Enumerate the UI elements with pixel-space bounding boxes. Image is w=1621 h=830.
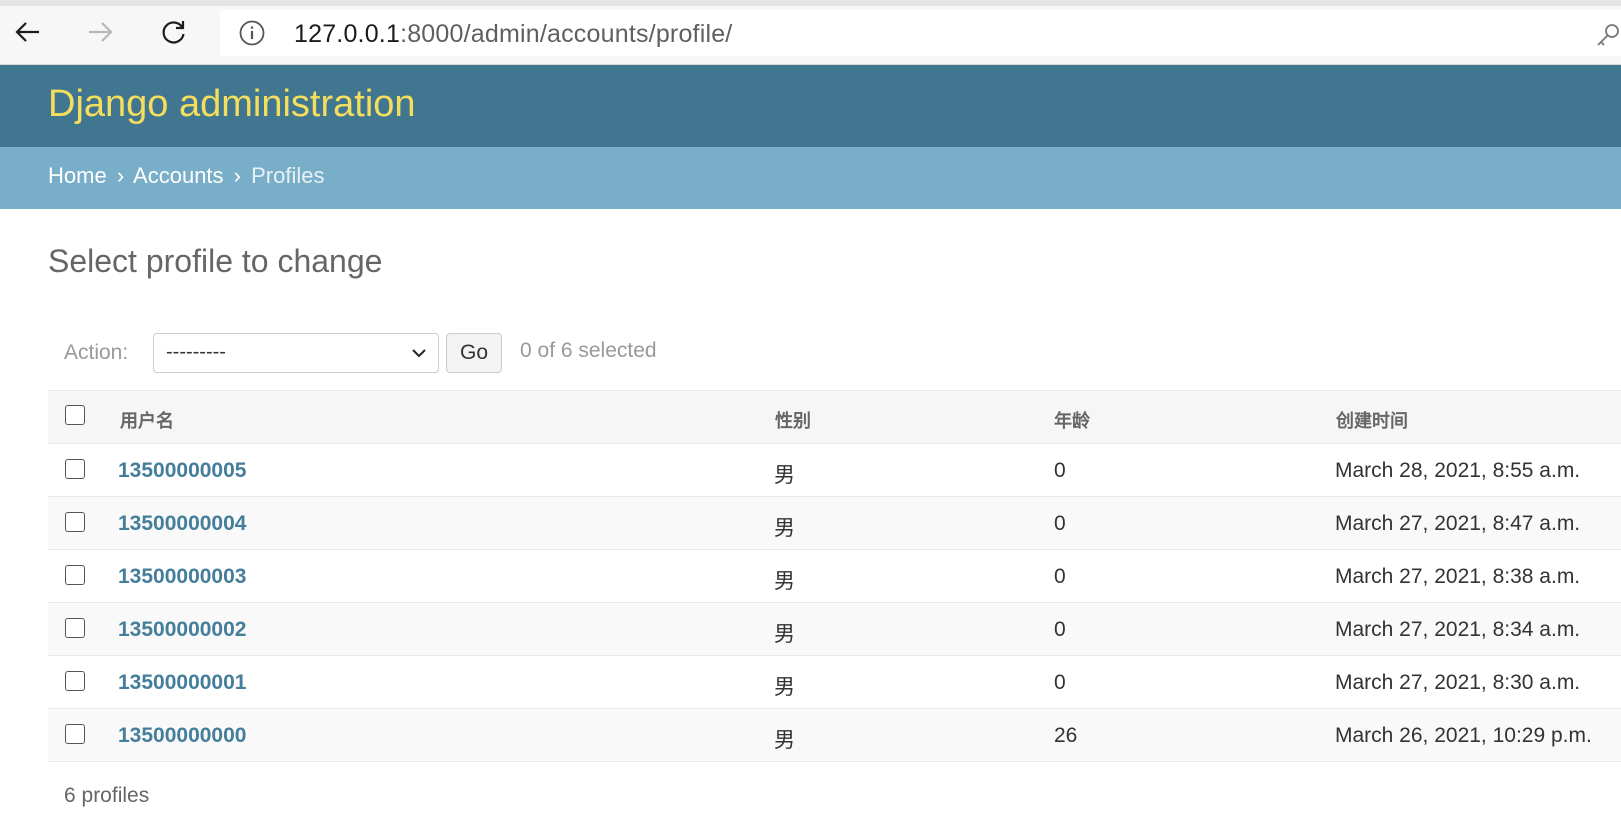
- reload-icon: [162, 21, 185, 44]
- reload-button[interactable]: [154, 12, 194, 52]
- table-row: 13500000001 男 0 March 27, 2021, 8:30 a.m…: [48, 656, 1621, 709]
- table-header-row: 用户名 性别 年龄 创建时间: [48, 390, 1621, 444]
- age-cell: 0: [1054, 618, 1066, 641]
- breadcrumb-current: Profiles: [251, 163, 325, 188]
- chevron-down-icon: [412, 349, 426, 358]
- gender-cell: 男: [774, 464, 795, 487]
- breadcrumb-separator: ›: [116, 163, 125, 188]
- age-cell: 0: [1054, 459, 1066, 482]
- age-cell: 0: [1054, 512, 1066, 535]
- age-cell: 0: [1054, 565, 1066, 588]
- url-text[interactable]: 127.0.0.1:8000/admin/accounts/profile/: [294, 20, 732, 49]
- username-link[interactable]: 13500000001: [118, 671, 246, 695]
- row-checkbox[interactable]: [65, 618, 85, 638]
- table-row: 13500000002 男 0 March 27, 2021, 8:34 a.m…: [48, 603, 1621, 656]
- username-link[interactable]: 13500000002: [118, 618, 246, 642]
- gender-cell: 男: [774, 623, 795, 646]
- created-cell: March 27, 2021, 8:38 a.m.: [1335, 565, 1581, 588]
- age-cell: 26: [1054, 724, 1078, 747]
- table-row: 13500000000 男 26 March 26, 2021, 10:29 p…: [48, 709, 1621, 762]
- table-row: 13500000004 男 0 March 27, 2021, 8:47 a.m…: [48, 497, 1621, 550]
- back-button[interactable]: [8, 12, 48, 52]
- tab-strip: [0, 0, 1621, 6]
- action-select[interactable]: ---------: [153, 333, 439, 373]
- column-header-age[interactable]: 年龄: [1054, 407, 1090, 433]
- results-table: 用户名 性别 年龄 创建时间 13500000005 男 0 March 28,…: [48, 390, 1621, 762]
- breadcrumb: Home › Accounts › Profiles: [0, 147, 1621, 209]
- gender-cell: 男: [774, 729, 795, 752]
- column-header-gender[interactable]: 性别: [775, 407, 811, 433]
- created-cell: March 28, 2021, 8:55 a.m.: [1335, 459, 1581, 482]
- breadcrumb-separator: ›: [233, 163, 241, 188]
- row-checkbox[interactable]: [65, 459, 85, 479]
- forward-button[interactable]: [80, 12, 120, 52]
- browser-toolbar: 127.0.0.1:8000/admin/accounts/profile/: [0, 0, 1621, 65]
- breadcrumb-home[interactable]: Home: [48, 163, 107, 188]
- gender-cell: 男: [774, 676, 795, 699]
- table-row: 13500000003 男 0 March 27, 2021, 8:38 a.m…: [48, 550, 1621, 603]
- select-all-checkbox[interactable]: [65, 405, 85, 425]
- column-header-created[interactable]: 创建时间: [1336, 407, 1408, 433]
- row-checkbox[interactable]: [65, 512, 85, 532]
- username-link[interactable]: 13500000003: [118, 565, 246, 589]
- go-button[interactable]: Go: [446, 333, 502, 373]
- row-checkbox[interactable]: [65, 724, 85, 744]
- username-link[interactable]: 13500000000: [118, 724, 246, 748]
- url-path: :8000/admin/accounts/profile/: [400, 20, 733, 48]
- row-checkbox[interactable]: [65, 671, 85, 691]
- action-label: Action:: [64, 341, 129, 364]
- created-cell: March 27, 2021, 8:34 a.m.: [1335, 618, 1581, 641]
- created-cell: March 26, 2021, 10:29 p.m.: [1335, 724, 1592, 747]
- site-header: Django administration: [0, 65, 1621, 147]
- back-arrow-icon: [15, 22, 39, 42]
- site-branding[interactable]: Django administration: [48, 83, 416, 126]
- row-checkbox[interactable]: [65, 565, 85, 585]
- column-header-username[interactable]: 用户名: [120, 407, 174, 433]
- age-cell: 0: [1054, 671, 1066, 694]
- gender-cell: 男: [774, 570, 795, 593]
- created-cell: March 27, 2021, 8:30 a.m.: [1335, 671, 1581, 694]
- key-icon[interactable]: [1595, 22, 1621, 48]
- username-link[interactable]: 13500000004: [118, 512, 246, 536]
- paginator: 6 profiles: [48, 761, 1621, 830]
- forward-arrow-icon: [89, 22, 113, 42]
- selection-counter: 0 of 6 selected: [520, 339, 657, 362]
- site-info-icon[interactable]: [238, 19, 266, 47]
- username-link[interactable]: 13500000005: [118, 459, 246, 483]
- table-row: 13500000005 男 0 March 28, 2021, 8:55 a.m…: [48, 444, 1621, 497]
- page-title: Select profile to change: [48, 243, 383, 279]
- gender-cell: 男: [774, 517, 795, 540]
- address-bar[interactable]: 127.0.0.1:8000/admin/accounts/profile/: [220, 10, 1621, 56]
- result-count: 6 profiles: [64, 784, 150, 807]
- action-selected-option: ---------: [166, 341, 226, 363]
- breadcrumb-accounts[interactable]: Accounts: [133, 163, 224, 188]
- created-cell: March 27, 2021, 8:47 a.m.: [1335, 512, 1581, 535]
- actions-bar: Action: --------- Go 0 of 6 selected: [48, 317, 1621, 390]
- url-host: 127.0.0.1: [294, 20, 401, 48]
